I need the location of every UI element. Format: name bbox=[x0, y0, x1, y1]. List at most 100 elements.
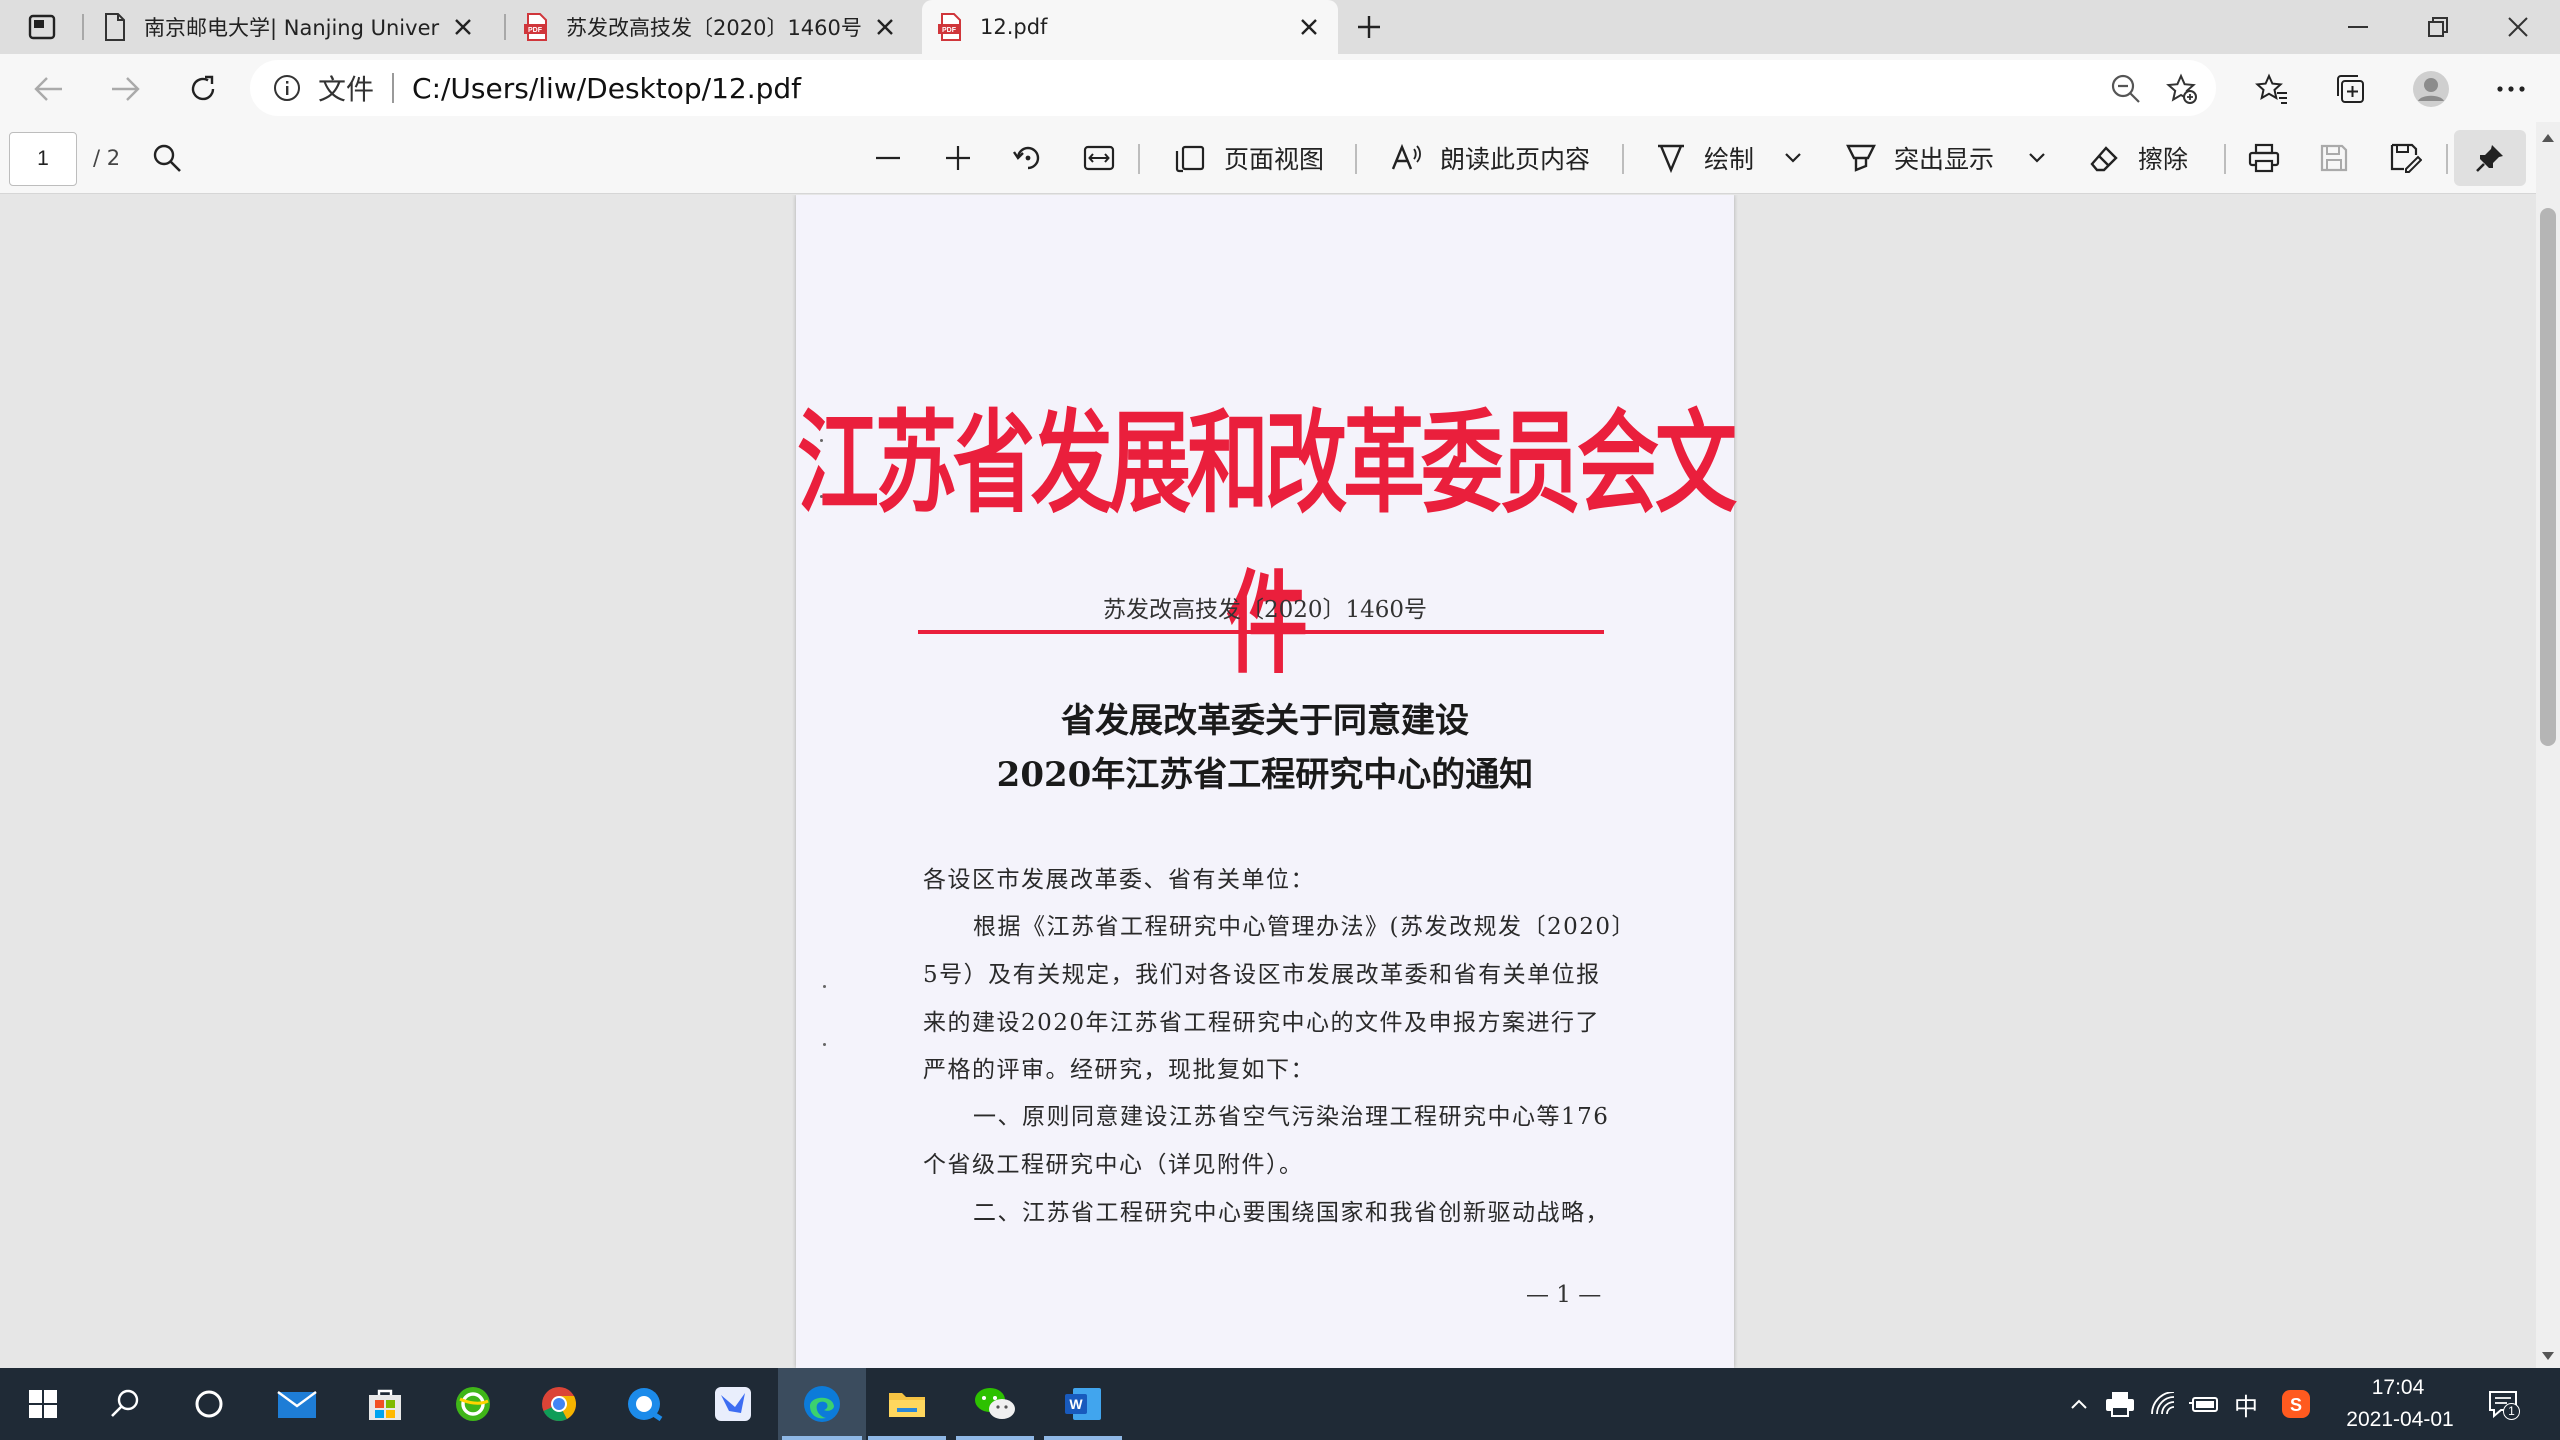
taskbar-app-store[interactable] bbox=[342, 1368, 428, 1440]
add-favorite-icon[interactable] bbox=[2166, 73, 2198, 105]
save-button[interactable] bbox=[2320, 136, 2348, 180]
url-box[interactable]: 文件 C:/Users/liw/Desktop/12.pdf bbox=[250, 60, 2216, 116]
url-text[interactable]: C:/Users/liw/Desktop/12.pdf bbox=[412, 72, 801, 105]
settings-more-button[interactable] bbox=[2488, 66, 2534, 112]
cortana-button[interactable] bbox=[166, 1368, 252, 1440]
scroll-down-arrow[interactable] bbox=[2542, 1352, 2554, 1360]
taskbar-app-qq-browser[interactable] bbox=[602, 1368, 688, 1440]
tab-12-pdf[interactable]: PDF 12.pdf bbox=[922, 0, 1338, 54]
cortana-icon bbox=[195, 1390, 223, 1418]
highlight-options-button[interactable] bbox=[2028, 136, 2046, 180]
favorites-button[interactable] bbox=[2249, 66, 2295, 112]
notification-center-button[interactable]: 1 bbox=[2484, 1388, 2524, 1420]
favorites-icon bbox=[2255, 73, 2287, 104]
page-icon bbox=[105, 13, 125, 41]
minimize-button[interactable] bbox=[2318, 0, 2398, 54]
toolbar-separator bbox=[2446, 144, 2448, 174]
tab-su-fa-gai[interactable]: PDF 苏发改高技发〔2020〕1460号 省 bbox=[508, 0, 914, 54]
chevron-up-icon bbox=[2071, 1399, 2087, 1409]
eraser-icon bbox=[2090, 146, 2118, 172]
fit-width-icon bbox=[1083, 145, 1115, 171]
scroll-thumb[interactable] bbox=[2540, 208, 2556, 746]
pdf-icon: PDF bbox=[524, 13, 547, 41]
sogou-ime-tray-button[interactable]: S bbox=[2278, 1388, 2314, 1420]
tab-title: 12.pdf bbox=[980, 15, 1048, 39]
taskbar-app-chrome[interactable] bbox=[516, 1368, 602, 1440]
pin-toolbar-button[interactable] bbox=[2454, 130, 2526, 186]
info-icon[interactable] bbox=[272, 73, 302, 103]
taskbar-app-feishu[interactable] bbox=[690, 1368, 776, 1440]
battery-tray-button[interactable] bbox=[2186, 1388, 2222, 1420]
arrow-left-icon bbox=[34, 77, 62, 101]
taskbar-search-button[interactable] bbox=[82, 1368, 168, 1440]
collections-button[interactable] bbox=[2327, 66, 2373, 112]
ime-indicator[interactable]: 中 bbox=[2228, 1388, 2264, 1421]
clock-date[interactable]: 2021-04-01 bbox=[2336, 1408, 2464, 1432]
toolbar-separator bbox=[1622, 144, 1624, 174]
document-body-line: 根据《江苏省工程研究中心管理办法》(苏发改规发〔2020〕 bbox=[973, 914, 1637, 940]
draw-options-button[interactable] bbox=[1784, 136, 1802, 180]
taskbar-app-360-browser[interactable] bbox=[430, 1368, 516, 1440]
svg-text:S: S bbox=[2290, 1395, 2302, 1415]
printer-icon bbox=[2106, 1392, 2134, 1417]
network-tray-button[interactable] bbox=[2146, 1388, 2182, 1420]
start-button[interactable] bbox=[0, 1368, 86, 1440]
refresh-button[interactable] bbox=[178, 64, 228, 114]
chevron-down-icon bbox=[1785, 153, 1801, 163]
close-icon[interactable] bbox=[450, 14, 476, 40]
tab-strip: 南京邮电大学| Nanjing University PDF 苏发改高技发〔20… bbox=[0, 0, 2560, 54]
minus-icon bbox=[876, 156, 900, 160]
close-icon[interactable] bbox=[872, 14, 898, 40]
new-tab-button[interactable] bbox=[1346, 10, 1392, 44]
profile-button[interactable] bbox=[2408, 66, 2454, 112]
svg-text:PDF: PDF bbox=[528, 27, 543, 34]
print-button[interactable] bbox=[2248, 136, 2280, 180]
taskbar-app-file-explorer[interactable] bbox=[864, 1368, 950, 1440]
zoom-in-button[interactable] bbox=[944, 136, 972, 180]
url-divider bbox=[392, 73, 395, 103]
restore-icon bbox=[2428, 17, 2448, 37]
url-scheme-label: 文件 bbox=[318, 73, 375, 106]
tab-separator bbox=[504, 14, 506, 40]
restore-button[interactable] bbox=[2398, 0, 2478, 54]
clock-time[interactable]: 17:04 bbox=[2358, 1376, 2438, 1400]
erase-button[interactable]: 擦除 bbox=[2088, 136, 2188, 180]
zoom-out-icon[interactable] bbox=[2110, 73, 2142, 105]
pdf-toolbar: / 2 页面视图 朗读此页内容 绘制 突出显示 擦除 bbox=[0, 122, 2560, 194]
scroll-up-arrow[interactable] bbox=[2542, 134, 2554, 142]
read-aloud-button[interactable]: 朗读此页内容 bbox=[1390, 136, 1590, 180]
ime-label: 中 bbox=[2234, 1392, 2258, 1421]
avatar-icon bbox=[2413, 71, 2449, 107]
taskbar-app-edge[interactable] bbox=[778, 1368, 866, 1440]
printer-tray-button[interactable] bbox=[2102, 1388, 2138, 1420]
fit-width-button[interactable] bbox=[1083, 136, 1115, 180]
rotate-button[interactable] bbox=[1012, 136, 1044, 180]
taskbar-app-word[interactable]: W bbox=[1040, 1368, 1126, 1440]
page-number-input[interactable] bbox=[9, 132, 77, 186]
tab-actions-button[interactable] bbox=[22, 12, 62, 42]
tab-actions-icon bbox=[28, 14, 56, 40]
search-button[interactable] bbox=[152, 136, 182, 180]
forward-button[interactable] bbox=[100, 64, 150, 114]
close-icon[interactable] bbox=[1296, 14, 1322, 40]
highlight-button[interactable]: 突出显示 bbox=[1846, 136, 1994, 180]
tab-nanjing[interactable]: 南京邮电大学| Nanjing University bbox=[86, 0, 492, 54]
draw-button[interactable]: 绘制 bbox=[1656, 136, 1754, 180]
show-hidden-icons-button[interactable] bbox=[2061, 1388, 2097, 1420]
document-title-line-1: 省发展改革委关于同意建设 bbox=[1061, 701, 1469, 741]
mail-icon bbox=[277, 1391, 317, 1418]
taskbar-app-mail[interactable] bbox=[254, 1368, 340, 1440]
pdf-viewer[interactable]: 江苏省发展和改革委员会文件 苏发改高技发〔2020〕1460号 省发展改革委关于… bbox=[0, 195, 2536, 1368]
highlight-icon bbox=[1846, 144, 1876, 172]
arrow-right-icon bbox=[112, 77, 140, 101]
page-view-button[interactable]: 页面视图 bbox=[1174, 136, 1324, 180]
refresh-icon bbox=[191, 75, 215, 101]
vertical-scrollbar[interactable] bbox=[2536, 122, 2560, 1368]
search-icon bbox=[153, 144, 181, 172]
zoom-out-button[interactable] bbox=[874, 136, 902, 180]
taskbar-app-wechat[interactable] bbox=[952, 1368, 1038, 1440]
close-window-button[interactable] bbox=[2478, 0, 2558, 54]
back-button[interactable] bbox=[24, 64, 74, 114]
collections-icon bbox=[2337, 75, 2364, 103]
save-as-button[interactable] bbox=[2390, 136, 2422, 180]
